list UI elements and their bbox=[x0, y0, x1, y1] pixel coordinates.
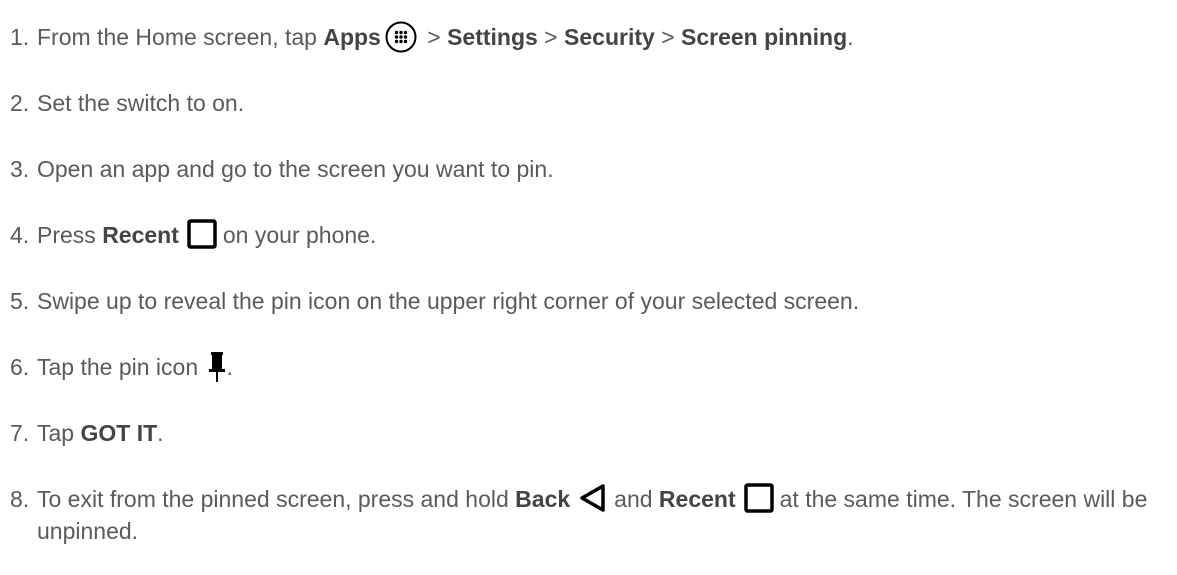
text-segment: > bbox=[420, 24, 448, 50]
text-segment: To exit from the pinned screen, press an… bbox=[37, 486, 516, 512]
text-segment: Press bbox=[37, 222, 103, 248]
text-segment: on your phone. bbox=[222, 222, 377, 248]
apps-label: Apps bbox=[323, 24, 381, 50]
step-text: Tap the pin icon . bbox=[37, 351, 233, 385]
text-segment: > bbox=[654, 24, 681, 50]
recent-square-icon bbox=[187, 219, 217, 249]
text-segment: > bbox=[537, 24, 565, 50]
step-text: From the Home screen, tap Apps > Setting… bbox=[37, 21, 854, 55]
step-3: 3. Open an app and go to the screen you w… bbox=[10, 154, 1170, 184]
step-number: 5. bbox=[10, 288, 30, 314]
step-number: 2. bbox=[10, 90, 30, 116]
settings-label: Settings bbox=[447, 24, 538, 50]
step-text: Swipe up to reveal the pin icon on the u… bbox=[37, 288, 860, 314]
step-7: 7. Tap GOT IT. bbox=[10, 418, 1170, 448]
step-text: Set the switch to on. bbox=[37, 90, 245, 116]
text-segment: Tap the pin icon bbox=[37, 354, 199, 380]
back-label: Back bbox=[515, 486, 571, 512]
got-it-label: GOT IT bbox=[80, 420, 158, 446]
step-number: 7. bbox=[10, 420, 30, 446]
step-text: To exit from the pinned screen, press an… bbox=[37, 483, 1157, 546]
screen-pinning-label: Screen pinning bbox=[681, 24, 848, 50]
step-number: 4. bbox=[10, 222, 30, 248]
step-text: Open an app and go to the screen you wan… bbox=[37, 156, 554, 182]
step-number: 6. bbox=[10, 354, 30, 380]
step-number: 8. bbox=[10, 486, 30, 512]
step-8: 8. To exit from the pinned screen, press… bbox=[10, 483, 1170, 546]
step-5: 5. Swipe up to reveal the pin icon on the… bbox=[10, 286, 1170, 316]
security-label: Security bbox=[564, 24, 655, 50]
recent-label: Recent bbox=[658, 486, 736, 512]
recent-label: Recent bbox=[102, 222, 179, 248]
apps-grid-icon bbox=[385, 21, 417, 53]
step-number: 1. bbox=[10, 24, 30, 50]
pin-icon bbox=[207, 351, 227, 383]
text-segment: . bbox=[847, 24, 854, 50]
text-segment: . bbox=[157, 420, 164, 446]
step-6: 6. Tap the pin icon . bbox=[10, 351, 1170, 385]
step-1: 1. From the Home screen, tap Apps > Setti… bbox=[10, 21, 1170, 55]
step-number: 3. bbox=[10, 156, 30, 182]
step-text: Tap GOT IT. bbox=[37, 418, 164, 448]
step-4: 4. Press Recent on your phone. bbox=[10, 219, 1170, 252]
text-segment: Tap bbox=[37, 420, 81, 446]
text-segment: From the Home screen, tap bbox=[37, 24, 324, 50]
recent-square-icon bbox=[743, 483, 774, 513]
step-2: 2. Set the switch to on. bbox=[10, 88, 1170, 118]
back-triangle-icon bbox=[578, 483, 606, 513]
text-segment: . bbox=[226, 354, 233, 380]
text-segment: and bbox=[614, 486, 659, 512]
step-text: Press Recent on your phone. bbox=[37, 219, 377, 252]
